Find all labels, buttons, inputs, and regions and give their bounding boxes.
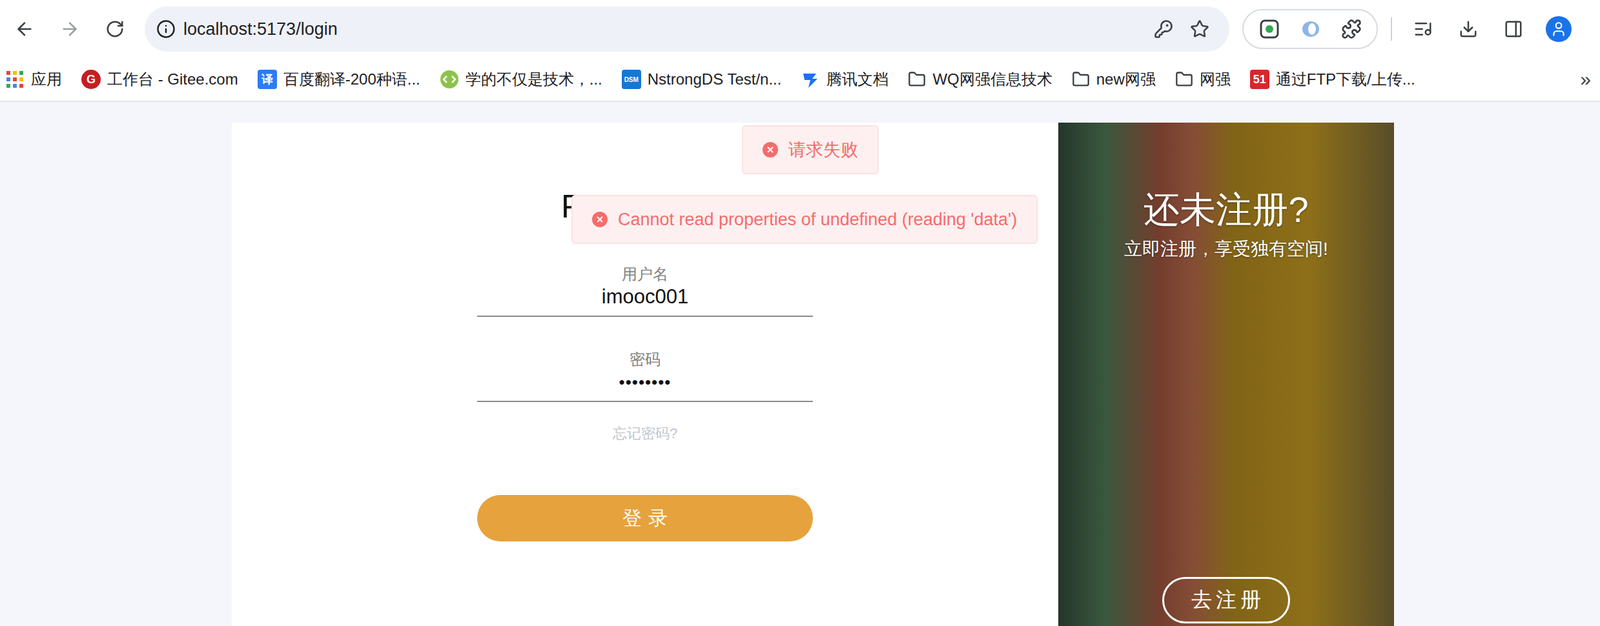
password-input[interactable]: •••••••• [477, 369, 813, 403]
field-label: 用户名 [621, 264, 669, 285]
message-text: Cannot read properties of undefined (rea… [617, 209, 1017, 230]
bookmark-item[interactable]: G 工作台 - Gitee.com [81, 69, 239, 90]
browser-window: localhost:5173/login 应用 G 工作台 - Gitee.com 译百… [0, 0, 1600, 626]
forward-button[interactable] [51, 10, 88, 48]
bookmark-item[interactable]: DSM NstrongDS Test/n... [621, 69, 782, 90]
message-text: 请求失败 [788, 138, 859, 162]
side-panel-icon [1503, 19, 1524, 39]
toolbar-separator [1390, 17, 1393, 41]
navigation-buttons [6, 10, 134, 48]
error-message: Cannot read properties of undefined (rea… [571, 194, 1038, 245]
download-icon [1458, 19, 1478, 39]
page-content: F用户名imooc001密码••••••••忘记密码?登录还未注册?立即注册，享… [0, 102, 1600, 626]
register-subtitle: 立即注册，享受独有空间! [1124, 237, 1329, 261]
media-list-icon [1413, 19, 1433, 39]
bookmark-item[interactable]: 网强 [1175, 69, 1231, 90]
user-icon [1550, 20, 1568, 38]
extensions-group [1242, 9, 1378, 50]
folder-icon [1071, 70, 1090, 89]
login-button[interactable]: 登录 [477, 495, 813, 542]
bookmark-label: 通过FTP下载/上传... [1275, 69, 1416, 90]
star-icon [1189, 19, 1210, 39]
register-button[interactable]: 去注册 [1162, 577, 1291, 624]
bookmark-label: new网强 [1096, 69, 1156, 90]
field-label: 密码 [629, 349, 661, 370]
password-key-button[interactable] [1145, 10, 1182, 48]
arrow-right-icon [59, 18, 81, 40]
back-button[interactable] [6, 10, 43, 48]
forgot-password-link[interactable]: 忘记密码? [477, 424, 813, 443]
bookmark-item[interactable]: 腾讯文档 [800, 69, 889, 90]
side-panel-button[interactable] [1495, 10, 1532, 48]
bookmarks-bar: 应用 G 工作台 - Gitee.com 译百度翻译-200种语... 学的不仅是技术，… [0, 58, 1600, 103]
folder-icon [907, 70, 926, 89]
arrow-left-icon [14, 18, 35, 40]
bookmark-item[interactable]: 学的不仅是技术，... [439, 69, 603, 90]
tencent-docs-logo-icon [800, 69, 821, 90]
profile-button[interactable] [1540, 10, 1577, 48]
address-toolbar: localhost:5173/login [0, 0, 1600, 59]
address-bar[interactable]: localhost:5173/login [144, 6, 1230, 52]
media-button[interactable] [1405, 10, 1442, 48]
bookmark-item[interactable]: WQ网强信息技术 [907, 69, 1052, 90]
code-logo-icon [439, 69, 460, 90]
bookmark-label: NstrongDS Test/n... [647, 70, 782, 89]
bookmark-item[interactable]: new网强 [1071, 69, 1156, 90]
register-panel: 还未注册? 立即注册，享受独有空间! 去注册 [1058, 122, 1395, 626]
translate-logo-icon: 译 [257, 69, 277, 90]
ftp-logo-icon: 51 [1250, 69, 1270, 90]
bookmark-label: 学的不仅是技术，... [465, 69, 603, 90]
bookmark-label: 网强 [1199, 69, 1231, 90]
extension-leaf-icon[interactable] [1258, 18, 1281, 41]
bookmark-label: 腾讯文档 [826, 69, 889, 90]
extension-swirl-icon[interactable] [1299, 18, 1322, 41]
folder-icon [1175, 70, 1194, 89]
extensions-puzzle-icon[interactable] [1341, 18, 1362, 40]
bookmark-label: 百度翻译-200种语... [283, 69, 421, 90]
profile-avatar [1545, 16, 1572, 42]
apps-grid-icon [5, 69, 25, 90]
reload-button[interactable] [96, 10, 134, 48]
form-field[interactable]: 密码•••••••• [477, 349, 813, 403]
error-message: 请求失败 [741, 125, 879, 175]
reload-icon [105, 19, 125, 39]
dsm-logo-icon: DSM [621, 69, 642, 90]
bookmark-label: 应用 [30, 69, 62, 90]
bookmark-label: WQ网强信息技术 [932, 69, 1052, 90]
url-text[interactable]: localhost:5173/login [183, 19, 1146, 40]
site-info-icon[interactable] [156, 19, 176, 39]
bookmark-item[interactable]: 51通过FTP下载/上传... [1250, 69, 1416, 90]
bookmarks-overflow-button[interactable]: » [1579, 68, 1595, 91]
username-input[interactable]: imooc001 [477, 284, 813, 318]
toolbar-actions [1405, 10, 1577, 48]
bookmark-item[interactable]: 应用 [5, 69, 62, 90]
bookmark-label: 工作台 - Gitee.com [107, 69, 239, 90]
downloads-button[interactable] [1450, 10, 1487, 48]
error-icon [592, 211, 608, 228]
bookmark-item[interactable]: 译百度翻译-200种语... [257, 69, 421, 90]
gitee-logo-icon: G [81, 69, 101, 90]
form-field[interactable]: 用户名imooc001 [477, 264, 813, 318]
key-icon [1153, 19, 1174, 39]
error-icon [762, 142, 779, 158]
register-title: 还未注册? [1143, 187, 1309, 233]
bookmark-star-button[interactable] [1181, 10, 1218, 48]
